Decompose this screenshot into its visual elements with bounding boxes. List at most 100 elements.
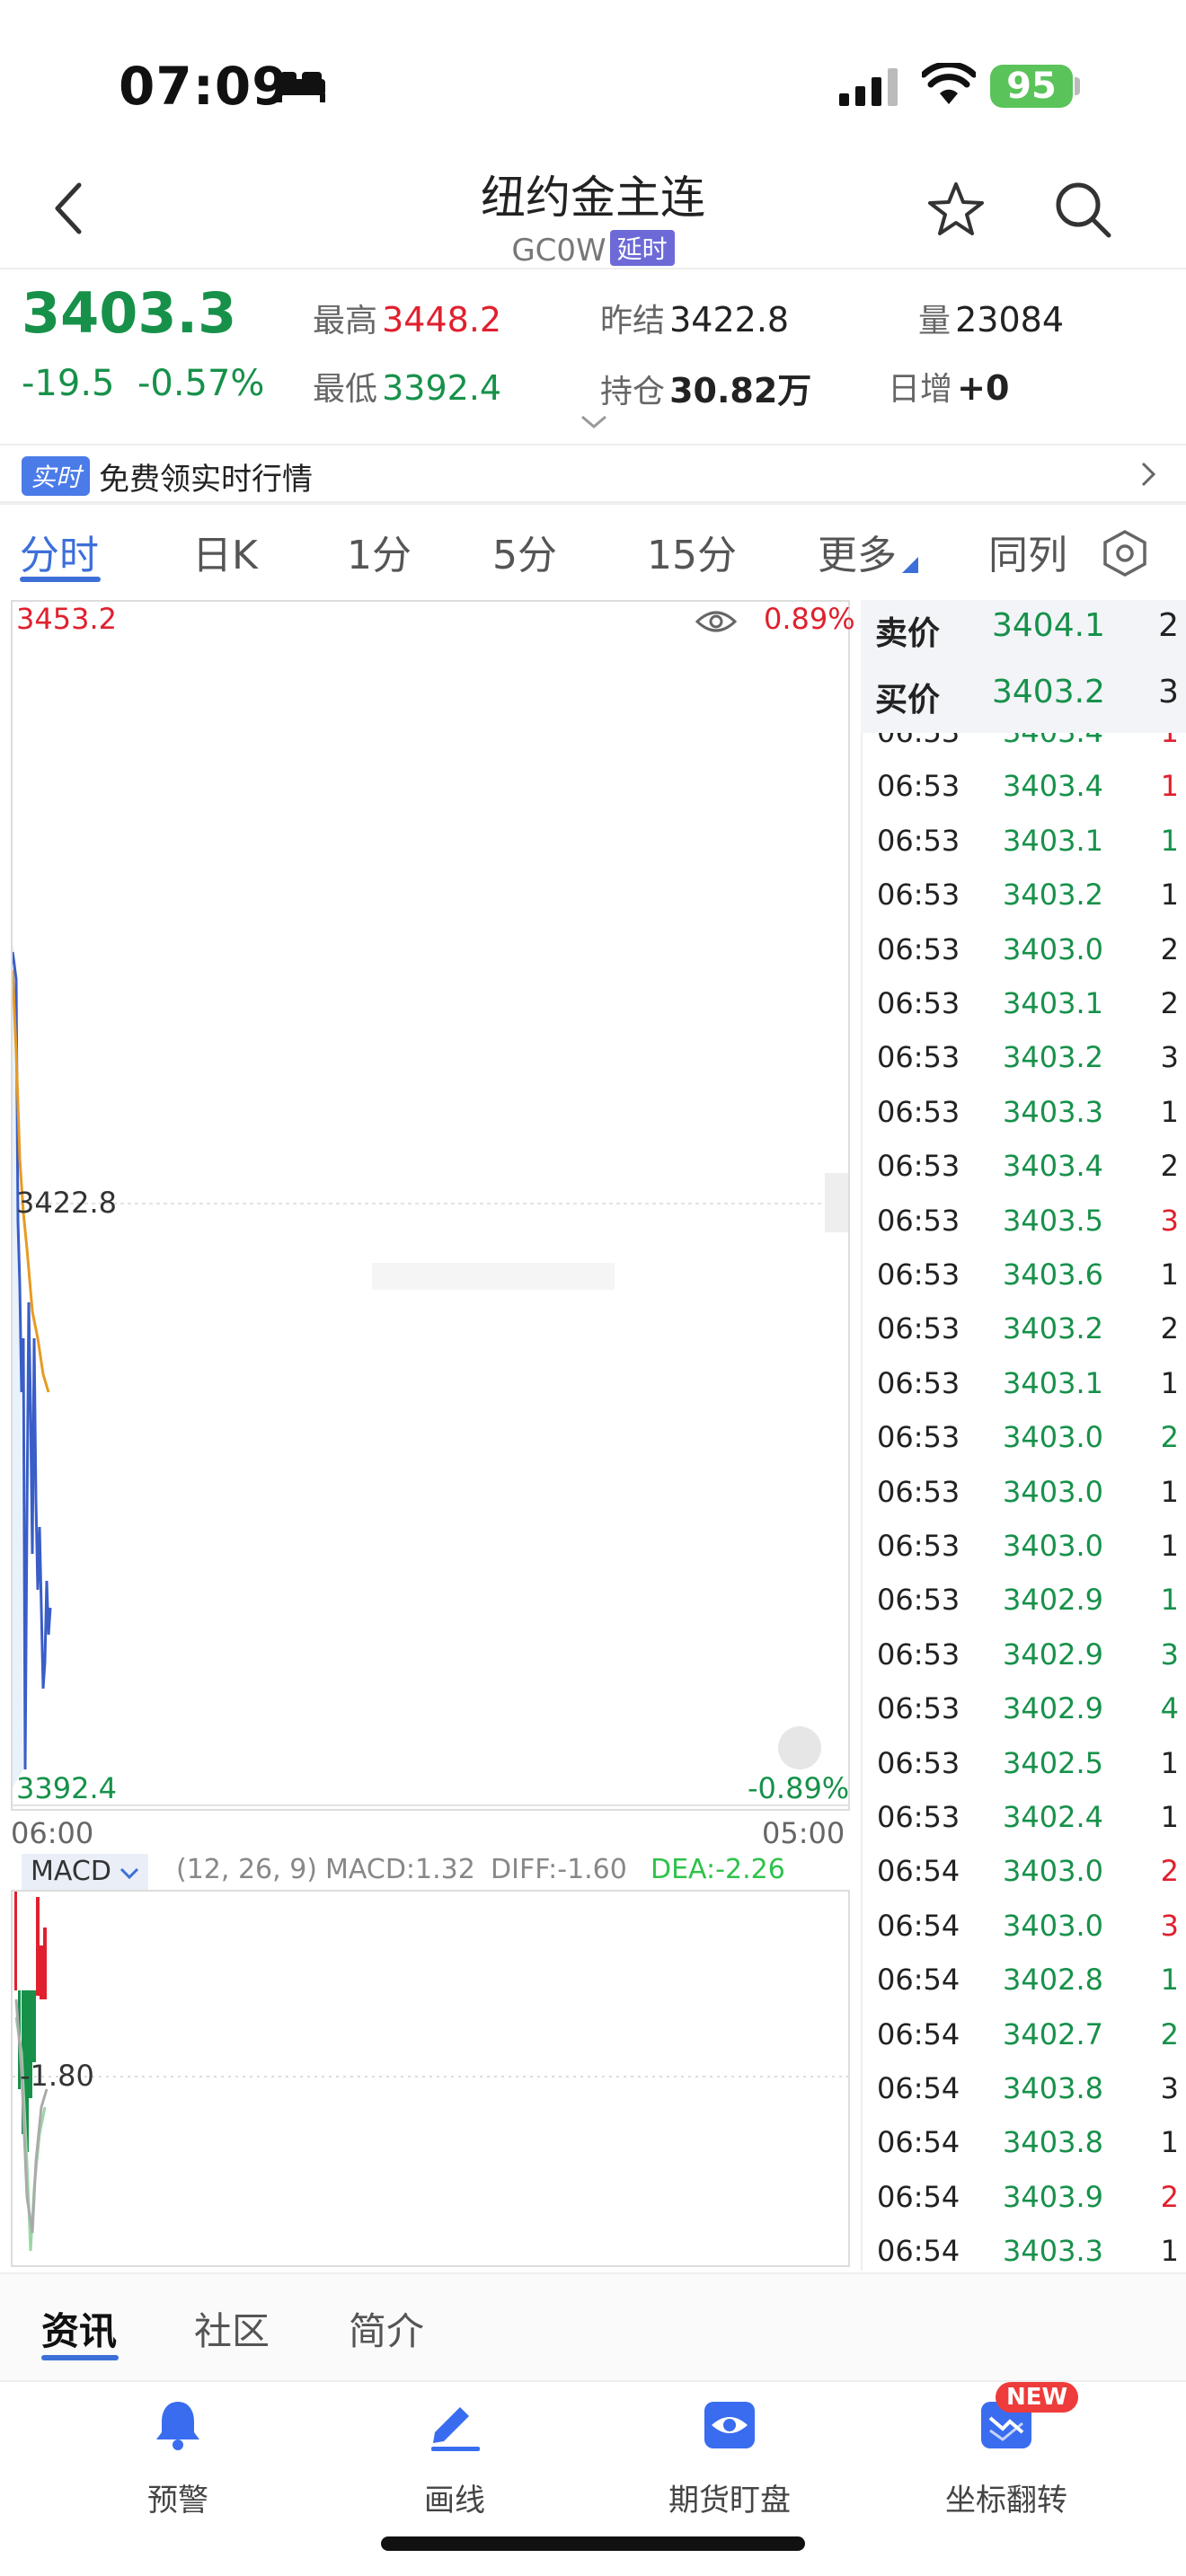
tick-price: 3402.9 xyxy=(1003,1636,1103,1672)
tick-time: 06:53 xyxy=(877,1529,960,1563)
tick-volume: 4 xyxy=(1160,1691,1179,1726)
tick-row: 06:54 3403.0 2 xyxy=(863,1854,1186,1908)
last-price: 3403.3 xyxy=(22,280,237,346)
tick-row: 06:53 3403.0 1 xyxy=(863,1529,1186,1583)
low-value: 3392.4 xyxy=(382,368,502,408)
volume-field: 量 23084 xyxy=(918,295,1064,341)
tick-price: 3403.0 xyxy=(1003,1908,1103,1943)
tab-community[interactable]: 社区 xyxy=(194,2301,270,2356)
tick-time: 06:53 xyxy=(877,1311,960,1346)
tick-volume: 1 xyxy=(1160,1583,1179,1618)
volume-value: 23084 xyxy=(955,300,1064,340)
tick-volume: 1 xyxy=(1161,733,1179,749)
tick-volume: 3 xyxy=(1160,1040,1179,1075)
tick-row: 06:53 3402.9 4 xyxy=(863,1691,1186,1745)
diff-value: DIFF:-1.60 xyxy=(491,1854,627,1885)
tick-volume: 2 xyxy=(1160,1420,1179,1455)
indicator-selector[interactable]: MACD xyxy=(22,1854,149,1890)
tab-profile[interactable]: 简介 xyxy=(349,2301,424,2356)
tab-news[interactable]: 资讯 xyxy=(41,2301,117,2356)
daily-inc-value: +0 xyxy=(957,368,1010,408)
pct-low: -0.89% xyxy=(748,1771,850,1805)
bid-volume: 3 xyxy=(1158,674,1179,710)
tick-price: 3402.9 xyxy=(1003,1583,1103,1618)
tick-row: 06:54 3403.8 1 xyxy=(863,2125,1186,2179)
macd-chart[interactable] xyxy=(11,1890,850,2267)
tick-price: 3403.6 xyxy=(1003,1257,1103,1292)
info-tab-bar xyxy=(0,2272,1186,2380)
tick-row: 06:53 3402.5 1 xyxy=(863,1746,1186,1800)
tick-row: 06:54 3402.7 2 xyxy=(863,2017,1186,2071)
intraday-chart[interactable] xyxy=(11,600,850,1811)
tick-row: 06:53 3402.4 1 xyxy=(863,1800,1186,1854)
chevron-right-icon[interactable] xyxy=(1139,460,1157,492)
tick-time: 06:53 xyxy=(877,769,960,804)
tick-volume: 1 xyxy=(1160,878,1179,913)
tick-row: 06:54 3402.8 1 xyxy=(863,1963,1186,2016)
eye-icon[interactable] xyxy=(695,607,738,640)
chevron-down-icon[interactable] xyxy=(580,415,607,433)
tick-price: 3403.3 xyxy=(1003,1094,1103,1129)
ask-volume: 2 xyxy=(1158,607,1179,644)
tick-row: 06:53 3403.4 2 xyxy=(863,1149,1186,1203)
bell-icon xyxy=(156,2402,199,2450)
tick-price: 3403.2 xyxy=(1003,1311,1103,1346)
open-interest-label: 持仓 xyxy=(600,374,666,410)
chart-collapse-handle[interactable] xyxy=(825,1173,848,1232)
watch-button[interactable]: 期货盯盘 xyxy=(631,2389,828,2519)
tick-row: 06:53 3403.1 2 xyxy=(863,986,1186,1040)
prev-close-field: 昨结 3422.8 xyxy=(600,295,789,341)
tick-time: 06:53 xyxy=(877,1636,960,1672)
tick-row: 06:53 3403.4 1 xyxy=(863,733,1186,769)
tick-time: 06:53 xyxy=(877,1149,960,1184)
ask-label: 卖价 xyxy=(875,615,941,652)
alert-button[interactable]: 预警 xyxy=(79,2389,277,2519)
settings-hexagon-icon[interactable] xyxy=(1100,528,1150,582)
tick-volume: 3 xyxy=(1160,1908,1179,1943)
tick-time: 06:53 xyxy=(877,1040,960,1075)
tick-volume: 2 xyxy=(1160,1149,1179,1184)
tick-price: 3403.0 xyxy=(1003,1420,1103,1455)
tick-volume: 1 xyxy=(1160,2125,1179,2160)
tab-1min[interactable]: 1分 xyxy=(347,523,412,580)
tick-volume: 2 xyxy=(1160,2016,1179,2051)
tick-volume: 1 xyxy=(1160,1529,1179,1563)
page-title: 纽约金主连 xyxy=(481,172,705,224)
flip-axis-label: 坐标翻转 xyxy=(945,2483,1067,2519)
tab-compare[interactable]: 同列 xyxy=(988,523,1067,580)
fullscreen-icon[interactable] xyxy=(778,1726,821,1769)
low-field: 最低 3392.4 xyxy=(313,363,501,410)
search-icon[interactable] xyxy=(1053,180,1114,244)
tick-time: 06:53 xyxy=(877,823,960,858)
tab-15min[interactable]: 15分 xyxy=(647,523,737,580)
eye-watch-icon xyxy=(704,2402,755,2448)
prev-close-label: 昨结 xyxy=(600,303,666,340)
favorite-star-icon[interactable] xyxy=(925,180,987,244)
tick-list[interactable]: 06:533403.4106:533403.4106:533403.1106:5… xyxy=(861,733,1186,2271)
draw-line-button[interactable]: 画线 xyxy=(356,2389,553,2519)
bid-price: 3403.2 xyxy=(992,674,1105,710)
change-value: -19.5 xyxy=(22,363,115,404)
tick-time: 06:53 xyxy=(877,986,960,1020)
tick-time: 06:53 xyxy=(877,1745,960,1780)
tab-5min[interactable]: 5分 xyxy=(492,523,557,580)
tick-volume: 1 xyxy=(1160,1365,1179,1400)
tick-volume: 2 xyxy=(1160,931,1179,966)
tick-time: 06:54 xyxy=(877,1963,960,1998)
tick-price: 3403.0 xyxy=(1003,1529,1103,1563)
tick-time: 06:54 xyxy=(877,1908,960,1943)
tab-daily-k[interactable]: 日K xyxy=(192,523,258,580)
tab-more[interactable]: 更多 xyxy=(818,523,897,580)
open-interest-value: 30.82万 xyxy=(669,371,812,410)
tab-intraday[interactable]: 分时 xyxy=(20,523,99,580)
high-field: 最高 3448.2 xyxy=(313,295,501,341)
tick-time: 06:54 xyxy=(877,2071,960,2105)
change-percent: -0.57% xyxy=(137,363,265,404)
contract-code: GC0W xyxy=(511,233,606,269)
tick-time: 06:53 xyxy=(877,1800,960,1834)
daily-inc-field: 日增 +0 xyxy=(888,363,1009,410)
tick-row: 06:53 3403.3 1 xyxy=(863,1095,1186,1149)
tick-row: 06:53 3403.0 1 xyxy=(863,1475,1186,1529)
tick-price: 3403.8 xyxy=(1003,2125,1103,2160)
price-change: -19.5 -0.57% xyxy=(22,363,264,404)
